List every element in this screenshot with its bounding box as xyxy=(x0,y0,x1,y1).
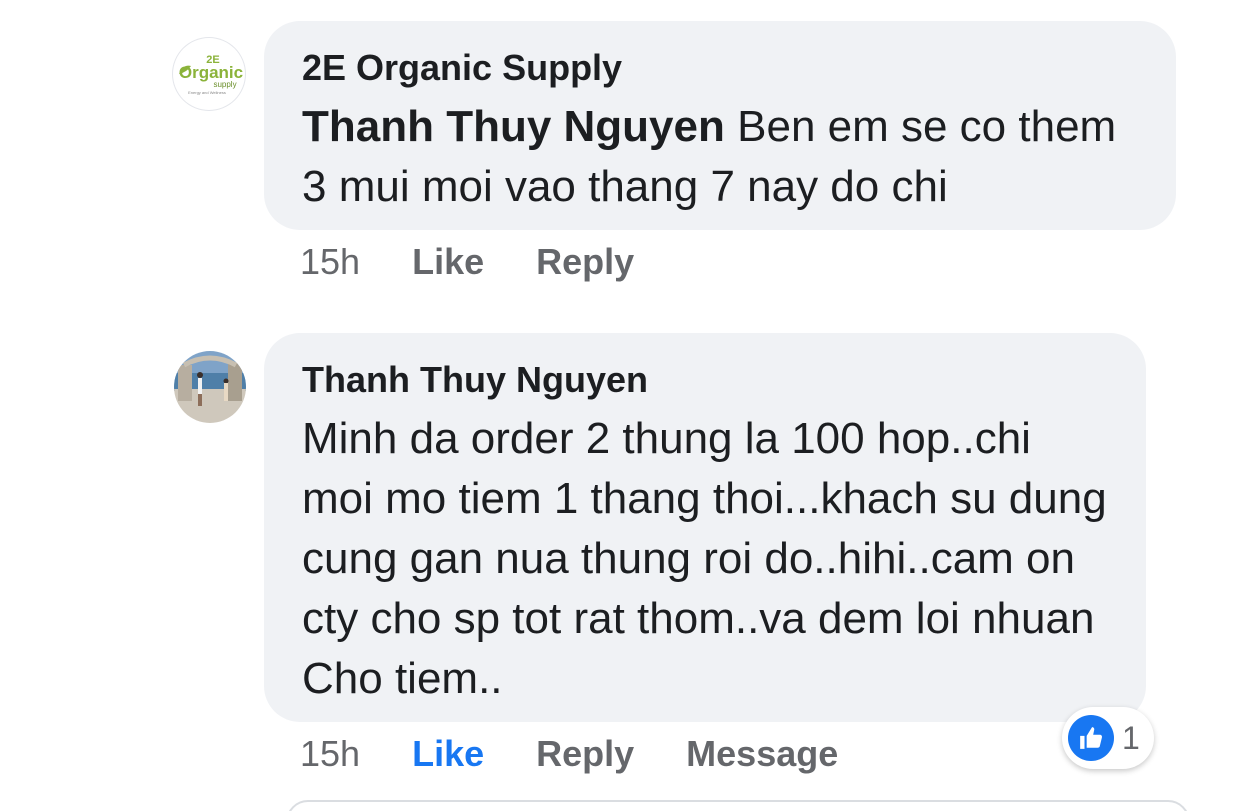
comment-actions: 15h Like Reply Message xyxy=(300,732,890,776)
comment-timestamp[interactable]: 15h xyxy=(300,732,360,776)
comment-author[interactable]: 2E Organic Supply xyxy=(302,45,1140,91)
svg-text:Energy and Wellness: Energy and Wellness xyxy=(188,90,226,95)
comment-mention[interactable]: Thanh Thuy Nguyen xyxy=(302,102,725,151)
comment-actions: 15h Like Reply xyxy=(300,240,686,284)
thumbs-up-icon xyxy=(1068,715,1114,761)
comment-thread: 2E Organic supply Energy and Wellness 2E… xyxy=(0,0,1242,811)
comment-bubble: 2E Organic Supply Thanh Thuy Nguyen Ben … xyxy=(264,21,1176,230)
svg-text:supply: supply xyxy=(213,80,236,89)
avatar-2e-organic-supply[interactable]: 2E Organic supply Energy and Wellness xyxy=(173,38,245,110)
organic-logo-icon: 2E Organic supply Energy and Wellness xyxy=(179,54,243,95)
like-button[interactable]: Like xyxy=(412,240,484,284)
reaction-count: 1 xyxy=(1122,719,1140,756)
next-comment-edge xyxy=(286,800,1190,811)
avatar-thanh-thuy-nguyen[interactable] xyxy=(174,351,246,423)
photo-avatar-icon xyxy=(174,351,246,423)
comment-text: Thanh Thuy Nguyen Ben em se co them 3 mu… xyxy=(302,97,1140,217)
comment-bubble: Thanh Thuy Nguyen Minh da order 2 thung … xyxy=(264,333,1146,722)
reply-button[interactable]: Reply xyxy=(536,240,634,284)
message-button[interactable]: Message xyxy=(686,732,838,776)
comment-text: Minh da order 2 thung la 100 hop..chi mo… xyxy=(302,414,1107,703)
comment-timestamp[interactable]: 15h xyxy=(300,240,360,284)
like-button[interactable]: Like xyxy=(412,732,484,776)
comment-author[interactable]: Thanh Thuy Nguyen xyxy=(302,357,1110,403)
reply-button[interactable]: Reply xyxy=(536,732,634,776)
reaction-count-badge[interactable]: 1 xyxy=(1062,707,1154,769)
